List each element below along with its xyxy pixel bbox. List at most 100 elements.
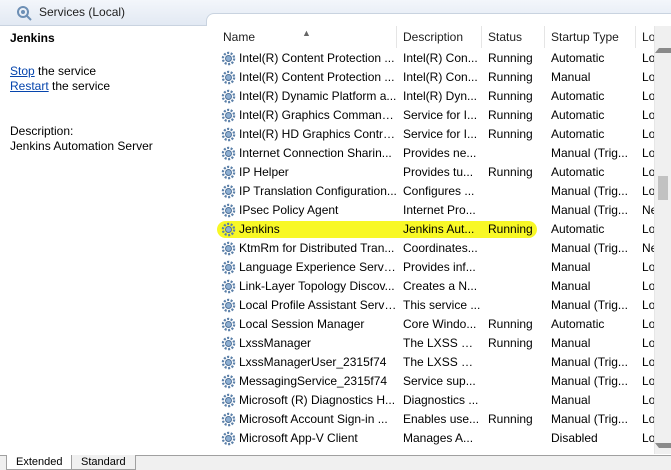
service-name-cell: Jenkins bbox=[239, 222, 280, 236]
service-name-cell: Intel(R) Dynamic Platform a... bbox=[239, 89, 397, 103]
service-gear-icon bbox=[221, 393, 236, 408]
service-row[interactable]: Internet Connection Sharin... Provides ne… bbox=[217, 144, 654, 163]
service-log-on-as-cell: Lo bbox=[642, 70, 654, 84]
service-gear-icon bbox=[221, 127, 236, 142]
service-row[interactable]: KtmRm for Distributed Tran... Coordinates… bbox=[217, 239, 654, 258]
service-description-cell: Provides tu... bbox=[403, 165, 474, 179]
service-startup-type-cell: Manual bbox=[551, 393, 591, 407]
service-startup-type-cell: Manual (Trig... bbox=[551, 241, 628, 255]
service-status-cell bbox=[488, 239, 543, 258]
service-log-on-as-cell: Lo bbox=[642, 89, 654, 103]
service-row[interactable]: Link-Layer Topology Discov... Creates a N… bbox=[217, 277, 654, 296]
tab-extended[interactable]: Extended bbox=[6, 455, 73, 470]
service-name-cell: IP Translation Configuration... bbox=[239, 184, 397, 198]
service-status-cell: Running bbox=[488, 336, 533, 350]
column-header-name[interactable]: ▲ Name bbox=[217, 26, 397, 48]
service-status-cell: Running bbox=[488, 165, 533, 179]
service-row[interactable]: Intel(R) HD Graphics Contro... Service fo… bbox=[217, 125, 654, 144]
service-log-on-as-cell: Lo bbox=[642, 336, 654, 350]
service-startup-type-cell: Manual (Trig... bbox=[551, 412, 628, 426]
service-description-cell: This service ... bbox=[403, 298, 481, 312]
service-startup-type-cell: Manual bbox=[551, 260, 591, 274]
service-status-cell bbox=[488, 277, 543, 296]
service-log-on-as-cell: Lo bbox=[642, 355, 654, 369]
service-name-cell: Internet Connection Sharin... bbox=[239, 146, 392, 160]
service-gear-icon bbox=[221, 184, 236, 199]
service-log-on-as-cell: Lo bbox=[642, 412, 654, 426]
vertical-scrollbar[interactable] bbox=[654, 26, 671, 454]
service-status-cell: Running bbox=[488, 89, 533, 103]
service-log-on-as-cell: Lo bbox=[642, 184, 654, 198]
service-name-cell: Microsoft App-V Client bbox=[239, 431, 358, 445]
service-log-on-as-cell: Lo bbox=[642, 374, 654, 388]
column-header-startup-type[interactable]: Startup Type bbox=[545, 26, 636, 48]
service-startup-type-cell: Automatic bbox=[551, 317, 605, 331]
service-gear-icon bbox=[221, 355, 236, 370]
column-header-description[interactable]: Description bbox=[397, 26, 482, 48]
service-row[interactable]: Local Profile Assistant Service This serv… bbox=[217, 296, 654, 315]
restart-service-link[interactable]: Restart bbox=[10, 79, 49, 93]
service-row[interactable]: Local Session Manager Core Windo... Runnin… bbox=[217, 315, 654, 334]
service-description-cell: Internet Pro... bbox=[403, 203, 476, 217]
service-description-cell: Intel(R) Con... bbox=[403, 70, 478, 84]
service-row[interactable]: MessagingService_2315f74 Service sup... Ma… bbox=[217, 372, 654, 391]
service-row[interactable]: LxssManagerUser_2315f74 The LXSS M... Manu… bbox=[217, 353, 654, 372]
service-description-cell: Core Windo... bbox=[403, 317, 477, 331]
service-name-cell: LxssManager bbox=[239, 336, 312, 350]
service-gear-icon bbox=[221, 260, 236, 275]
services-list: ▲ Name Description Status Startup Type L… bbox=[217, 26, 654, 454]
service-description-cell: The LXSS M... bbox=[403, 355, 481, 369]
service-gear-icon bbox=[221, 222, 236, 237]
service-name-cell: LxssManagerUser_2315f74 bbox=[239, 355, 387, 369]
window-title: Services (Local) bbox=[39, 5, 126, 19]
service-name-cell: IP Helper bbox=[239, 165, 289, 179]
service-gear-icon bbox=[221, 108, 236, 123]
service-log-on-as-cell: Lo bbox=[642, 108, 654, 122]
service-description-cell: Service for I... bbox=[403, 108, 478, 122]
service-gear-icon bbox=[221, 298, 236, 313]
service-gear-icon bbox=[221, 241, 236, 256]
service-row[interactable]: Microsoft App-V Client Manages A... Disabl… bbox=[217, 429, 654, 448]
service-row[interactable]: LxssManager The LXSS M... Running Manual Lo bbox=[217, 334, 654, 353]
service-row[interactable]: Microsoft (R) Diagnostics H... Diagnostic… bbox=[217, 391, 654, 410]
service-startup-type-cell: Manual bbox=[551, 279, 591, 293]
scroll-up-button[interactable] bbox=[655, 26, 671, 53]
column-header-log-on-as[interactable]: Log bbox=[636, 26, 654, 48]
service-row[interactable]: Jenkins Jenkins Aut... Running Automatic Lo bbox=[217, 220, 654, 239]
service-row[interactable]: IP Helper Provides tu... Running Automatic L… bbox=[217, 163, 654, 182]
view-tabs: Extended Standard bbox=[0, 455, 671, 470]
service-gear-icon bbox=[221, 165, 236, 180]
service-log-on-as-cell: Lo bbox=[642, 165, 654, 179]
service-gear-icon bbox=[221, 51, 236, 66]
sort-ascending-icon: ▲ bbox=[302, 28, 311, 38]
tab-standard[interactable]: Standard bbox=[71, 455, 136, 470]
service-description-cell: Jenkins Aut... bbox=[403, 222, 475, 236]
service-startup-type-cell: Disabled bbox=[551, 431, 598, 445]
service-status-cell: Running bbox=[488, 70, 533, 84]
service-row[interactable]: Language Experience Service Provides inf.… bbox=[217, 258, 654, 277]
services-gear-icon bbox=[17, 6, 32, 21]
extended-details-pane: Jenkins Stop the service Restart the ser… bbox=[0, 26, 212, 454]
service-status-cell bbox=[488, 182, 543, 201]
selected-service-name: Jenkins bbox=[10, 31, 55, 45]
service-row[interactable]: Intel(R) Content Protection ... Intel(R) … bbox=[217, 68, 654, 87]
service-name-cell: Microsoft Account Sign-in ... bbox=[239, 412, 388, 426]
service-log-on-as-cell: Lo bbox=[642, 222, 654, 236]
service-gear-icon bbox=[221, 70, 236, 85]
scrollbar-thumb[interactable] bbox=[658, 176, 668, 200]
service-status-cell: Running bbox=[488, 108, 533, 122]
service-row[interactable]: Intel(R) Content Protection ... Intel(R) … bbox=[217, 49, 654, 68]
service-row[interactable]: IP Translation Configuration... Configure… bbox=[217, 182, 654, 201]
service-name-cell: Language Experience Service bbox=[239, 260, 397, 274]
service-log-on-as-cell: Lo bbox=[642, 127, 654, 141]
service-row[interactable]: Intel(R) Graphics Command... Service for … bbox=[217, 106, 654, 125]
column-header-status[interactable]: Status bbox=[482, 26, 545, 48]
service-row[interactable]: IPsec Policy Agent Internet Pro... Manual … bbox=[217, 201, 654, 220]
service-row[interactable]: Intel(R) Dynamic Platform a... Intel(R) D… bbox=[217, 87, 654, 106]
service-description-cell: The LXSS M... bbox=[403, 336, 481, 350]
stop-service-link[interactable]: Stop bbox=[10, 64, 35, 78]
description-text: Jenkins Automation Server bbox=[10, 139, 153, 153]
scroll-down-button[interactable] bbox=[655, 438, 671, 454]
service-row[interactable]: Microsoft Account Sign-in ... Enables use… bbox=[217, 410, 654, 429]
service-startup-type-cell: Manual (Trig... bbox=[551, 203, 628, 217]
